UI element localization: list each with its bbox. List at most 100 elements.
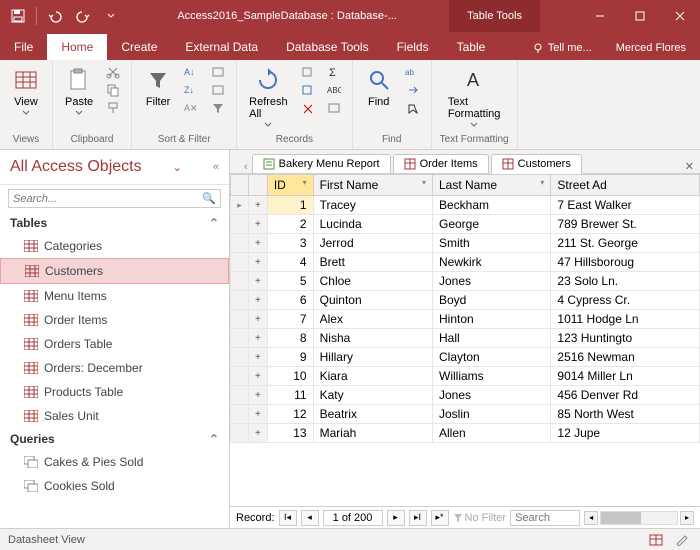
cell-last-name[interactable]: Hinton	[433, 310, 551, 329]
text-formatting-button[interactable]: A Text Formatting	[444, 64, 505, 129]
expand-row-button[interactable]: +	[249, 253, 268, 272]
cell-street[interactable]: 123 Huntingto	[551, 329, 700, 348]
nav-search-input[interactable]	[13, 193, 202, 205]
row-selector[interactable]	[231, 348, 249, 367]
last-record-button[interactable]: ▸I	[409, 510, 427, 526]
scroll-left-button[interactable]: ◂	[584, 511, 598, 525]
design-view-button[interactable]	[672, 532, 692, 548]
cell-first-name[interactable]: Chloe	[313, 272, 432, 291]
cell-last-name[interactable]: Clayton	[433, 348, 551, 367]
tab-database-tools[interactable]: Database Tools	[272, 34, 383, 60]
row-selector[interactable]	[231, 329, 249, 348]
nav-item-query[interactable]: Cookies Sold	[0, 474, 229, 498]
cell-first-name[interactable]: Alex	[313, 310, 432, 329]
row-selector[interactable]	[231, 405, 249, 424]
cell-id[interactable]: 2	[267, 215, 313, 234]
select-button[interactable]	[403, 100, 423, 116]
expand-row-button[interactable]: +	[249, 310, 268, 329]
cell-last-name[interactable]: Jones	[433, 272, 551, 291]
chevron-down-icon[interactable]: ▾	[540, 178, 544, 187]
cell-street[interactable]: 789 Brewer St.	[551, 215, 700, 234]
cell-street[interactable]: 2516 Newman	[551, 348, 700, 367]
cell-first-name[interactable]: Jerrod	[313, 234, 432, 253]
new-record-nav-button[interactable]: ▸*	[431, 510, 449, 526]
cell-last-name[interactable]: Newkirk	[433, 253, 551, 272]
col-header-street[interactable]: Street Ad	[551, 175, 700, 196]
cell-street[interactable]: 85 North West	[551, 405, 700, 424]
table-row[interactable]: +4BrettNewkirk47 Hillsboroug	[231, 253, 700, 272]
cell-first-name[interactable]: Nisha	[313, 329, 432, 348]
replace-button[interactable]: ab	[403, 64, 423, 80]
cell-last-name[interactable]: George	[433, 215, 551, 234]
save-icon[interactable]	[4, 2, 32, 30]
selection-filter-button[interactable]	[208, 64, 228, 80]
refresh-all-button[interactable]: Refresh All	[245, 64, 292, 129]
more-records-button[interactable]	[324, 100, 344, 116]
toggle-filter-button[interactable]	[208, 100, 228, 116]
cell-last-name[interactable]: Beckham	[433, 196, 551, 215]
nav-item-table[interactable]: Menu Items	[0, 284, 229, 308]
cell-id[interactable]: 1	[267, 196, 313, 215]
row-selector[interactable]	[231, 234, 249, 253]
row-selector[interactable]	[231, 386, 249, 405]
expand-row-button[interactable]: +	[249, 367, 268, 386]
nav-item-table[interactable]: Customers	[0, 258, 229, 284]
sort-desc-button[interactable]: Z↓	[182, 82, 202, 98]
cell-street[interactable]: 4 Cypress Cr.	[551, 291, 700, 310]
cell-first-name[interactable]: Beatrix	[313, 405, 432, 424]
row-selector[interactable]	[231, 424, 249, 443]
minimize-button[interactable]	[580, 0, 620, 32]
cell-id[interactable]: 12	[267, 405, 313, 424]
row-selector[interactable]: ▸	[231, 196, 249, 215]
row-selector[interactable]	[231, 367, 249, 386]
expand-row-button[interactable]: +	[249, 291, 268, 310]
next-record-button[interactable]: ▸	[387, 510, 405, 526]
table-row[interactable]: +2LucindaGeorge789 Brewer St.	[231, 215, 700, 234]
table-row[interactable]: +13MariahAllen12 Jupe	[231, 424, 700, 443]
delete-record-button[interactable]	[298, 100, 318, 116]
nav-dropdown-icon[interactable]: ⌄	[173, 161, 182, 174]
nav-section-queries[interactable]: Queries ⌃	[0, 428, 229, 450]
expand-row-button[interactable]: +	[249, 234, 268, 253]
col-header-first-name[interactable]: First Name▾	[313, 175, 432, 196]
col-header-id[interactable]: ID▾	[267, 175, 313, 196]
doc-tab-customers[interactable]: Customers	[491, 154, 582, 174]
tab-fields[interactable]: Fields	[383, 34, 443, 60]
tab-external-data[interactable]: External Data	[171, 34, 272, 60]
cut-button[interactable]	[103, 64, 123, 80]
cell-street[interactable]: 12 Jupe	[551, 424, 700, 443]
tab-home[interactable]: Home	[47, 34, 107, 60]
table-row[interactable]: ▸+1TraceyBeckham7 East Walker	[231, 196, 700, 215]
copy-button[interactable]	[103, 82, 123, 98]
filter-button[interactable]: Filter	[140, 64, 176, 110]
table-row[interactable]: +12BeatrixJoslin85 North West	[231, 405, 700, 424]
cell-last-name[interactable]: Boyd	[433, 291, 551, 310]
nav-item-query[interactable]: Cakes & Pies Sold	[0, 450, 229, 474]
nav-item-table[interactable]: Orders: December	[0, 356, 229, 380]
cell-street[interactable]: 456 Denver Rd	[551, 386, 700, 405]
nav-section-tables[interactable]: Tables ⌃	[0, 212, 229, 234]
paste-button[interactable]: Paste	[61, 64, 97, 117]
cell-first-name[interactable]: Tracey	[313, 196, 432, 215]
cell-street[interactable]: 1011 Hodge Ln	[551, 310, 700, 329]
cell-first-name[interactable]: Mariah	[313, 424, 432, 443]
cell-first-name[interactable]: Quinton	[313, 291, 432, 310]
nav-item-table[interactable]: Products Table	[0, 380, 229, 404]
table-row[interactable]: +8NishaHall123 Huntingto	[231, 329, 700, 348]
table-row[interactable]: +6QuintonBoyd4 Cypress Cr.	[231, 291, 700, 310]
expand-row-button[interactable]: +	[249, 424, 268, 443]
find-button[interactable]: Find	[361, 64, 397, 110]
new-record-button[interactable]	[298, 64, 318, 80]
expand-row-button[interactable]: +	[249, 215, 268, 234]
tab-table[interactable]: Table	[443, 34, 500, 60]
cell-id[interactable]: 6	[267, 291, 313, 310]
table-row[interactable]: +3JerrodSmith211 St. George	[231, 234, 700, 253]
cell-id[interactable]: 13	[267, 424, 313, 443]
cell-first-name[interactable]: Kiara	[313, 367, 432, 386]
nav-collapse-icon[interactable]: «	[213, 161, 219, 173]
cell-last-name[interactable]: Allen	[433, 424, 551, 443]
cell-street[interactable]: 9014 Miller Ln	[551, 367, 700, 386]
cell-id[interactable]: 4	[267, 253, 313, 272]
nav-item-table[interactable]: Orders Table	[0, 332, 229, 356]
totals-button[interactable]: Σ	[324, 64, 344, 80]
